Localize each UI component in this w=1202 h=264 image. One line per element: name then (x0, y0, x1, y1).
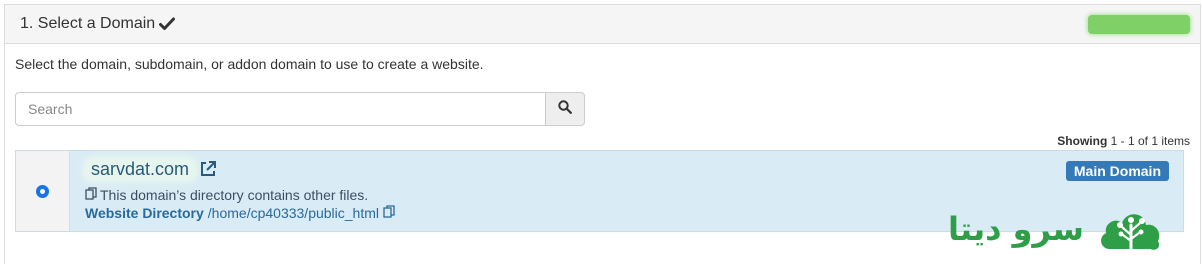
magnifier-icon (558, 99, 572, 119)
showing-label: Showing (1057, 134, 1108, 148)
showing-range: 1 - 1 of 1 items (1110, 134, 1190, 148)
search-group (15, 92, 585, 126)
tree-cloud-logo (1096, 205, 1166, 253)
directory-label: Website Directory (85, 205, 204, 221)
results-count: Showing 1 - 1 of 1 items (1057, 134, 1190, 148)
external-link-icon[interactable] (199, 160, 217, 178)
panel-title: 1. Select a Domain (20, 15, 156, 32)
brand-watermark: سرو دیتا (948, 205, 1166, 253)
directory-path: /home/cp40333/public_html (207, 205, 380, 221)
checkmark-icon (159, 17, 176, 31)
copy-icon (85, 187, 97, 203)
instructions-text: Select the domain, subdomain, or addon d… (15, 56, 484, 72)
status-badge (1088, 15, 1190, 34)
domain-radio[interactable] (36, 184, 49, 198)
copy-path-icon[interactable] (383, 205, 395, 221)
domain-name[interactable]: sarvdat.com (85, 158, 196, 180)
domain-line: sarvdat.com (85, 157, 1168, 181)
directory-note-text: This domain’s directory contains other f… (100, 187, 369, 203)
search-button[interactable] (545, 92, 585, 126)
brand-text: سرو دیتا (948, 210, 1084, 248)
directory-note: This domain’s directory contains other f… (85, 187, 1168, 203)
main-domain-badge: Main Domain (1065, 161, 1169, 181)
search-input[interactable] (15, 92, 545, 126)
row-select-cell (16, 151, 70, 231)
panel-header: 1. Select a Domain (5, 5, 1200, 44)
